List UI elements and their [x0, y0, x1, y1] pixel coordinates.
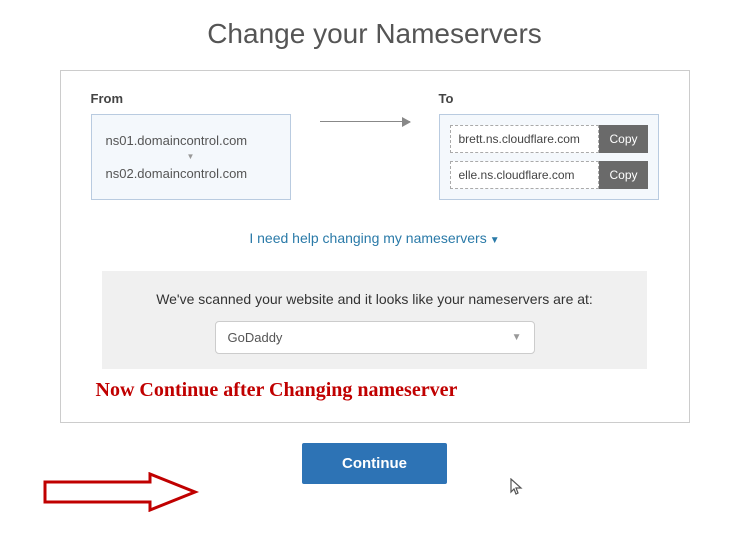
from-column: From ns01.domaincontrol.com ▼ ns02.domai… [91, 91, 291, 200]
to-label: To [439, 91, 659, 106]
from-label: From [91, 91, 291, 106]
from-ns2: ns02.domaincontrol.com [106, 160, 276, 187]
from-ns1: ns01.domaincontrol.com [106, 127, 276, 154]
help-link-text: I need help changing my nameservers [249, 230, 486, 246]
copy-ns2-button[interactable]: Copy [599, 161, 647, 189]
to-ns2: elle.ns.cloudflare.com [450, 161, 600, 189]
continue-button[interactable]: Continue [302, 443, 447, 484]
arrow-column [320, 91, 410, 122]
cursor-icon [510, 478, 524, 501]
to-column: To brett.ns.cloudflare.com Copy elle.ns.… [439, 91, 659, 200]
to-ns1: brett.ns.cloudflare.com [450, 125, 600, 153]
chevron-down-icon: ▼ [512, 332, 522, 343]
scan-box: We've scanned your website and it looks … [102, 271, 647, 369]
copy-ns1-button[interactable]: Copy [599, 125, 647, 153]
annotation-arrow-icon [40, 472, 200, 517]
nameserver-panel: From ns01.domaincontrol.com ▼ ns02.domai… [60, 70, 690, 423]
annotation-text: Now Continue after Changing nameserver [91, 379, 659, 402]
registrar-select[interactable]: GoDaddy ▼ [215, 321, 535, 354]
arrow-icon [320, 121, 410, 122]
scan-text: We've scanned your website and it looks … [122, 291, 627, 307]
to-box: brett.ns.cloudflare.com Copy elle.ns.clo… [439, 114, 659, 200]
help-link[interactable]: I need help changing my nameservers ▼ [91, 230, 659, 246]
registrar-value: GoDaddy [228, 330, 283, 345]
from-box: ns01.domaincontrol.com ▼ ns02.domaincont… [91, 114, 291, 200]
page-title: Change your Nameservers [0, 18, 749, 50]
caret-down-icon: ▼ [490, 235, 500, 246]
